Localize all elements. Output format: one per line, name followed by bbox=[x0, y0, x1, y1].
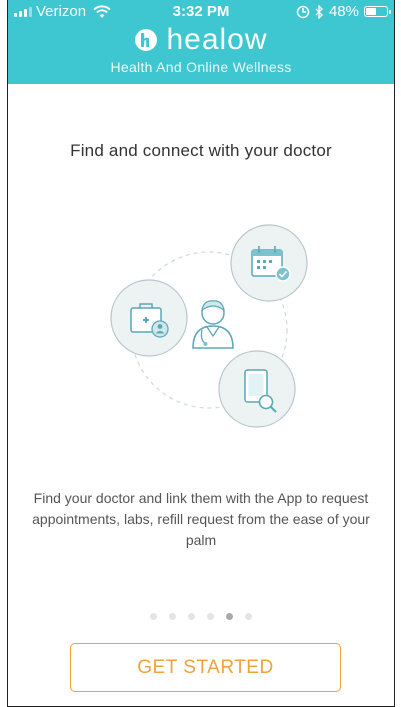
battery-percent: 48% bbox=[328, 3, 359, 20]
page-dot[interactable] bbox=[169, 613, 176, 620]
page-indicator[interactable] bbox=[8, 613, 394, 620]
medical-kit-user-icon bbox=[110, 279, 188, 357]
page-dot[interactable] bbox=[226, 613, 233, 620]
healow-logo-icon bbox=[135, 29, 158, 51]
status-right: 48% bbox=[296, 3, 391, 20]
location-icon bbox=[296, 5, 310, 18]
bluetooth-icon bbox=[315, 4, 323, 19]
get-started-button[interactable]: GET STARTED bbox=[70, 643, 341, 692]
app-header: Verizon 3:32 PM 48% healow Health And On… bbox=[8, 0, 394, 84]
brand-logo: healow bbox=[8, 24, 394, 56]
app-screen: Verizon 3:32 PM 48% healow Health And On… bbox=[7, 0, 395, 707]
page-dot[interactable] bbox=[245, 613, 252, 620]
brand-tagline: Health And Online Wellness bbox=[110, 59, 292, 75]
page-dot[interactable] bbox=[188, 613, 195, 620]
brand-name: healow bbox=[166, 23, 268, 56]
onboarding-heading: Find and connect with your doctor bbox=[70, 141, 332, 160]
status-bar: Verizon 3:32 PM 48% bbox=[8, 0, 394, 22]
doctor-icon bbox=[192, 300, 234, 349]
page-dot[interactable] bbox=[150, 613, 157, 620]
page-dot[interactable] bbox=[207, 613, 214, 620]
tablet-search-icon bbox=[218, 350, 296, 428]
onboarding-illustration bbox=[110, 224, 308, 428]
onboarding-description: Find your doctor and link them with the … bbox=[32, 490, 370, 548]
battery-icon bbox=[364, 6, 391, 17]
calendar-check-icon bbox=[230, 224, 308, 302]
